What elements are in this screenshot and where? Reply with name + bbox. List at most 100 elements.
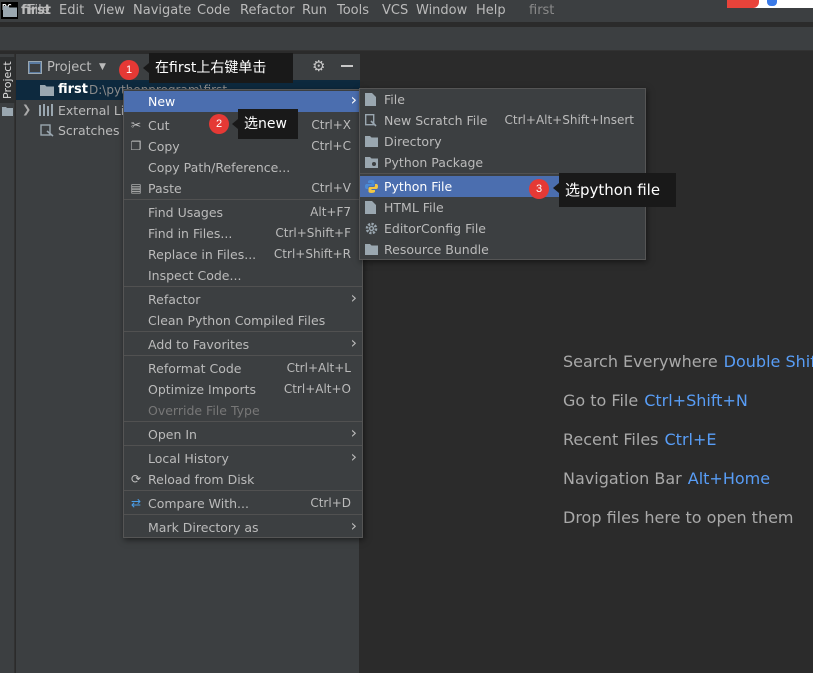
submenu-item-directory[interactable]: Directory: [360, 131, 645, 152]
submenu-item-label: Python Package: [384, 155, 484, 170]
menu-item-label: Cut: [148, 118, 170, 133]
submenu-arrow-icon: ›: [350, 90, 357, 109]
menu-item-mark-directory-as[interactable]: Mark Directory as ›: [124, 516, 362, 538]
menu-view[interactable]: View: [94, 3, 125, 18]
chevron-right-icon[interactable]: ❯: [22, 103, 31, 116]
submenu-item-resource-bundle[interactable]: Resource Bundle: [360, 239, 645, 260]
submenu-item-file[interactable]: File: [360, 89, 645, 110]
project-panel-title[interactable]: Project: [47, 60, 91, 75]
menu-item-optimize-imports[interactable]: Optimize Imports Ctrl+Alt+O: [124, 379, 362, 400]
menu-item-shortcut: Ctrl+Alt+L: [286, 361, 351, 375]
menu-separator: [124, 286, 362, 287]
menu-item-label: Paste: [148, 181, 182, 196]
menu-item-inspect-code[interactable]: Inspect Code...: [124, 265, 362, 286]
chevron-down-icon[interactable]: ▼: [99, 62, 106, 72]
menu-item-shortcut: Ctrl+V: [311, 181, 351, 195]
menu-item-label: Local History: [148, 451, 229, 466]
copy-icon: ❐: [130, 139, 142, 153]
menu-item-copy[interactable]: ❐ Copy Ctrl+C: [124, 136, 362, 157]
file-icon: [365, 93, 378, 106]
menu-item-label: Override File Type: [148, 403, 260, 418]
window-title: first: [529, 3, 555, 18]
submenu-arrow-icon: ›: [350, 333, 357, 352]
menu-item-label: Compare With...: [148, 496, 249, 511]
menu-item-reload-from-disk[interactable]: ⟳ Reload from Disk: [124, 469, 362, 490]
menu-item-shortcut: Ctrl+C: [311, 139, 351, 153]
bundle-icon: [365, 243, 378, 256]
menu-item-find-in-files[interactable]: Find in Files... Ctrl+Shift+F: [124, 223, 362, 244]
libraries-icon: [39, 104, 53, 116]
submenu-item-python-package[interactable]: Python Package: [360, 152, 645, 173]
menu-item-label: Mark Directory as: [148, 520, 259, 535]
menu-tools[interactable]: Tools: [337, 3, 369, 18]
submenu-item-label: Directory: [384, 134, 442, 149]
menu-separator: [124, 331, 362, 332]
package-icon: [365, 156, 378, 169]
menu-vcs[interactable]: VCS: [382, 3, 408, 18]
menu-item-label: Reload from Disk: [148, 472, 255, 487]
menu-edit[interactable]: Edit: [59, 3, 84, 18]
menu-separator: [124, 490, 362, 491]
submenu-item-label: EditorConfig File: [384, 221, 486, 236]
left-tool-stripe: [0, 54, 15, 673]
tree-item-first-label[interactable]: first: [58, 82, 88, 97]
menu-item-local-history[interactable]: Local History ›: [124, 447, 362, 469]
menu-help[interactable]: Help: [476, 3, 506, 18]
submenu-arrow-icon: ›: [350, 447, 357, 466]
menu-item-label: Clean Python Compiled Files: [148, 313, 326, 328]
step-badge-2: 2: [209, 114, 229, 134]
callout-step-1-text: 在first上右键单击: [155, 60, 267, 76]
menu-item-paste[interactable]: ▤ Paste Ctrl+V: [124, 178, 362, 199]
menu-code[interactable]: Code: [197, 3, 230, 18]
menu-item-refactor[interactable]: Refactor ›: [124, 288, 362, 310]
menu-item-label: Open In: [148, 427, 197, 442]
hint-recent-files: Recent Files Ctrl+E: [563, 430, 716, 449]
submenu-item-label: File: [384, 92, 405, 107]
submenu-item-editorconfig-file[interactable]: EditorConfig File: [360, 218, 645, 239]
menu-refactor[interactable]: Refactor: [240, 3, 295, 18]
navigation-breadcrumb: [0, 27, 813, 51]
callout-step-2-text: 选new: [244, 116, 287, 132]
project-view-icon: [28, 61, 42, 74]
structure-folder-icon[interactable]: [2, 106, 13, 116]
menu-run[interactable]: Run: [302, 3, 327, 18]
scratch-file-icon: [364, 113, 378, 127]
python-icon: [365, 180, 378, 193]
breadcrumb-project-label[interactable]: first: [21, 3, 51, 18]
hint-shortcut: Alt+Home: [687, 469, 771, 488]
step-badge-1: 1: [119, 60, 139, 80]
submenu-item-new-scratch-file[interactable]: New Scratch File Ctrl+Alt+Shift+Insert: [360, 110, 645, 131]
menu-item-clean-python-compiled-files[interactable]: Clean Python Compiled Files: [124, 310, 362, 331]
menu-window[interactable]: Window: [416, 3, 467, 18]
minimize-icon[interactable]: [341, 65, 353, 67]
menu-item-shortcut: Ctrl+D: [310, 496, 351, 510]
menu-item-find-usages[interactable]: Find Usages Alt+F7: [124, 202, 362, 223]
scratches-icon: [40, 124, 54, 137]
menu-item-replace-in-files[interactable]: Replace in Files... Ctrl+Shift+R: [124, 244, 362, 265]
menu-item-label: Find Usages: [148, 205, 224, 220]
menu-item-open-in[interactable]: Open In ›: [124, 423, 362, 445]
menu-separator: [124, 355, 362, 356]
submenu-arrow-icon: ›: [350, 288, 357, 307]
menu-item-label: Add to Favorites: [148, 337, 250, 352]
html-icon: [365, 201, 378, 214]
hint-shortcut: Double Shift: [723, 352, 813, 371]
callout-step-2: 选new: [232, 109, 298, 139]
menu-item-copy-path-reference[interactable]: Copy Path/Reference...: [124, 157, 362, 178]
submenu-arrow-icon: ›: [350, 423, 357, 442]
menu-navigate[interactable]: Navigate: [133, 3, 191, 18]
menu-item-label: New: [148, 94, 176, 109]
gear-icon[interactable]: ⚙: [312, 57, 325, 75]
menu-item-reformat-code[interactable]: Reformat Code Ctrl+Alt+L: [124, 358, 362, 379]
hint-navigation-bar: Navigation Bar Alt+Home: [563, 469, 770, 488]
hint-go-to-file: Go to File Ctrl+Shift+N: [563, 391, 748, 410]
menu-separator: [124, 199, 362, 200]
hint-label: Navigation Bar: [563, 469, 682, 488]
menu-item-shortcut: Ctrl+Alt+O: [283, 382, 351, 396]
folder-icon: [3, 6, 17, 17]
hint-label: Go to File: [563, 391, 639, 410]
menu-item-add-to-favorites[interactable]: Add to Favorites ›: [124, 333, 362, 355]
menu-item-label: Find in Files...: [148, 226, 233, 241]
menu-item-compare-with[interactable]: ⇄ Compare With... Ctrl+D: [124, 493, 362, 514]
callout-step-3-text: 选python file: [565, 181, 661, 199]
